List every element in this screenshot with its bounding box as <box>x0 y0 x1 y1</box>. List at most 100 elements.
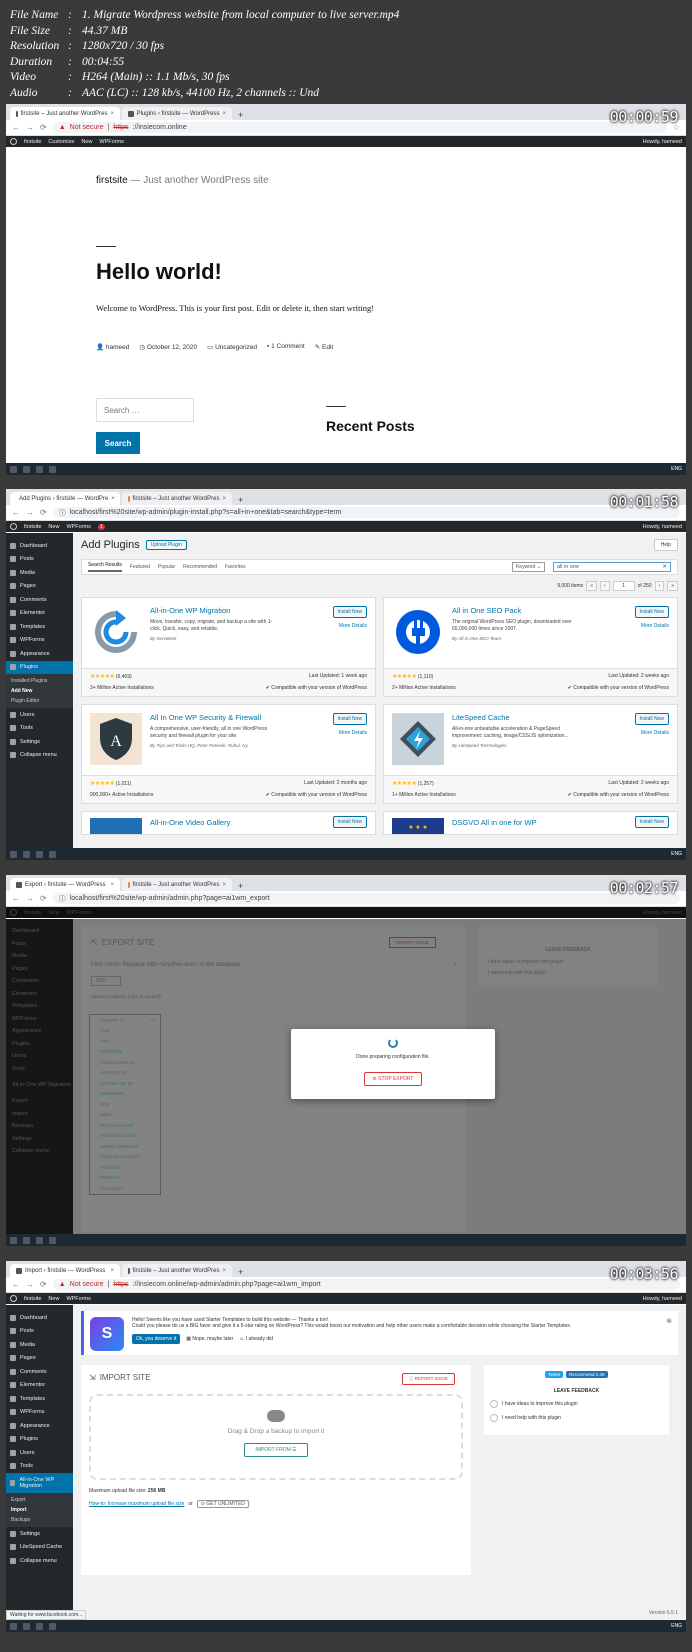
browser-tab[interactable]: firstsite – Just another WordPres × <box>122 492 232 505</box>
start-icon[interactable] <box>10 1236 17 1244</box>
sidebar-item-litespeed[interactable]: LiteSpeed Cache <box>6 1541 73 1555</box>
increase-upload-link[interactable]: How-to: Increase maximum upload file siz… <box>89 1501 184 1507</box>
folder-icon[interactable] <box>36 465 43 473</box>
export-to-button[interactable]: EXPORT TO •• <box>90 1015 160 1026</box>
reload-icon[interactable]: ⟳ <box>40 1280 47 1289</box>
add-button[interactable]: ADD <box>91 976 121 986</box>
sidebar-item-media[interactable]: Media <box>6 1338 73 1352</box>
collapse-menu[interactable]: Collapse menu <box>6 749 73 763</box>
tab-featured[interactable]: Featured <box>130 564 150 570</box>
sidebar-item-users[interactable]: Users <box>6 1446 73 1460</box>
submenu-export[interactable]: Export <box>6 1495 73 1505</box>
export-option[interactable]: MEGA <box>90 1110 160 1121</box>
drop-zone[interactable]: Drag & Drop a backup to import it IMPORT… <box>89 1394 463 1480</box>
page-input[interactable]: 1 <box>612 581 635 591</box>
close-icon[interactable]: × <box>222 1268 226 1274</box>
rate-yes-button[interactable]: Ok, you deserve it <box>132 1334 181 1344</box>
rate-done-button[interactable]: ☺ I already did <box>239 1336 273 1342</box>
reload-icon[interactable]: ⟳ <box>40 894 47 903</box>
collapse-menu[interactable]: Collapse menu <box>6 1554 73 1568</box>
browser-tab[interactable]: firstsite – Just another WordPres × <box>10 107 120 120</box>
back-icon[interactable]: ← <box>12 123 20 132</box>
stop-export-button[interactable]: ⊘ STOP EXPORT <box>363 1072 423 1086</box>
comment-link[interactable]: ▪ 1 Comment <box>267 343 305 351</box>
new-tab-icon[interactable]: + <box>234 495 247 505</box>
prev-page-button[interactable]: ‹ <box>599 581 610 591</box>
back-icon[interactable]: ← <box>12 1280 20 1289</box>
feedback-option[interactable]: I need help with this plugin <box>488 970 648 976</box>
export-option[interactable]: DROPBOX <box>90 1047 160 1058</box>
browser-tab[interactable]: firstsite – Just another WordPres × <box>122 1264 232 1277</box>
date-link[interactable]: ◷ October 12, 2020 <box>139 343 197 351</box>
browser-tab[interactable]: Add Plugins ‹ firstsite — WordPre × <box>10 492 120 505</box>
tab-recommended[interactable]: Recommended <box>183 564 217 570</box>
install-now-button[interactable]: Install Now <box>332 713 367 725</box>
submenu-editor[interactable]: Plugin Editor <box>6 696 73 706</box>
install-now-button[interactable]: Install Now <box>634 713 669 725</box>
help-button[interactable]: Help <box>653 539 678 551</box>
plugin-name-link[interactable]: All-in-One WP Migration <box>150 606 282 615</box>
export-option[interactable]: BOX <box>90 1099 160 1110</box>
forward-icon[interactable]: → <box>26 508 34 517</box>
browser-tab[interactable]: Import ‹ firstsite — WordPress × <box>10 1264 120 1277</box>
forward-icon[interactable]: → <box>26 123 34 132</box>
sidebar-item-users[interactable]: Users <box>6 708 73 722</box>
sidebar-item-plugins[interactable]: Plugins <box>6 660 73 674</box>
back-icon[interactable]: ← <box>12 894 20 903</box>
sidebar-item-pages[interactable]: Pages <box>6 580 73 594</box>
sidebar-item-tools[interactable]: Tools <box>6 722 73 736</box>
sidebar-item-posts[interactable]: Posts <box>6 553 73 567</box>
plugin-name-link[interactable]: DSGVO All in one for WP <box>452 818 537 827</box>
author-link[interactable]: 👤 hameed <box>96 343 129 351</box>
plugin-name-link[interactable]: All in One SEO Pack <box>452 606 584 615</box>
plugin-name-link[interactable]: All-in-One Video Gallery <box>150 818 230 827</box>
export-option[interactable]: FTP <box>90 1036 160 1047</box>
export-option[interactable]: WEBDAV <box>90 1173 160 1184</box>
report-issue-button[interactable]: REPORT ISSUE <box>388 937 436 948</box>
url-field[interactable]: ⓘ localhost/first%20site/wp-admin/plugin-… <box>52 507 680 518</box>
sidebar-item-templates[interactable]: Templates <box>6 620 73 634</box>
browser-tab[interactable]: firstsite – Just another WordPres × <box>122 878 232 891</box>
more-details-link[interactable]: More Details <box>339 623 367 629</box>
feedback-option[interactable]: I need help with this plugin <box>490 1414 663 1422</box>
more-details-link[interactable]: More Details <box>641 730 669 736</box>
search-icon[interactable] <box>23 1622 30 1630</box>
sidebar-item-posts[interactable]: Posts <box>6 1325 73 1339</box>
submenu-import[interactable]: Import <box>6 1505 73 1515</box>
radio-icon[interactable] <box>490 1414 498 1422</box>
more-details-link[interactable]: More Details <box>339 730 367 736</box>
export-option[interactable]: DIGITALOCEAN <box>90 1120 160 1131</box>
sidebar-item-plugins[interactable]: Plugins <box>6 1433 73 1447</box>
export-option[interactable]: FILE <box>90 1026 160 1037</box>
export-option[interactable]: BACKBLAZE B2 <box>90 1078 160 1089</box>
clear-icon[interactable]: ✕ <box>662 564 667 570</box>
wordpress-icon[interactable] <box>10 1295 17 1302</box>
sidebar-item-dashboard[interactable]: Dashboard <box>6 539 73 553</box>
tab-search-results[interactable]: Search Results <box>88 562 122 572</box>
plugin-name-link[interactable]: All In One WP Security & Firewall <box>150 713 282 722</box>
search-icon[interactable] <box>23 1236 30 1244</box>
folder-icon[interactable] <box>36 1236 43 1244</box>
rate-later-button[interactable]: ▦ Nope, maybe later <box>186 1336 233 1342</box>
new-tab-icon[interactable]: + <box>234 110 247 120</box>
howdy-user[interactable]: Howdy, hameed <box>643 139 682 145</box>
sidebar-item-elementor[interactable]: Elementor <box>6 1379 73 1393</box>
forward-icon[interactable]: → <box>26 1280 34 1289</box>
search-icon[interactable] <box>23 850 30 858</box>
post-title[interactable]: Hello world! <box>96 259 686 285</box>
sidebar-item-comments[interactable]: Comments <box>6 1365 73 1379</box>
new-tab-icon[interactable]: + <box>234 1267 247 1277</box>
submenu-add-new[interactable]: Add New <box>6 686 73 696</box>
reload-icon[interactable]: ⟳ <box>40 123 47 132</box>
new-tab-icon[interactable]: + <box>234 881 247 891</box>
export-option[interactable]: PCLOUD <box>90 1162 160 1173</box>
browser-tab[interactable]: Export ‹ firstsite — WordPress × <box>10 878 120 891</box>
plugin-search-input[interactable]: all in one ✕ <box>553 562 671 572</box>
more-details-link[interactable]: More Details <box>641 623 669 629</box>
sidebar-item-wpforms[interactable]: WPForms <box>6 634 73 648</box>
dismiss-icon[interactable]: ⊗ <box>666 1317 672 1325</box>
next-page-button[interactable]: › <box>654 581 665 591</box>
start-icon[interactable] <box>10 465 17 473</box>
first-page-button[interactable]: « <box>586 581 597 591</box>
install-now-button[interactable]: Install Now <box>332 816 367 828</box>
